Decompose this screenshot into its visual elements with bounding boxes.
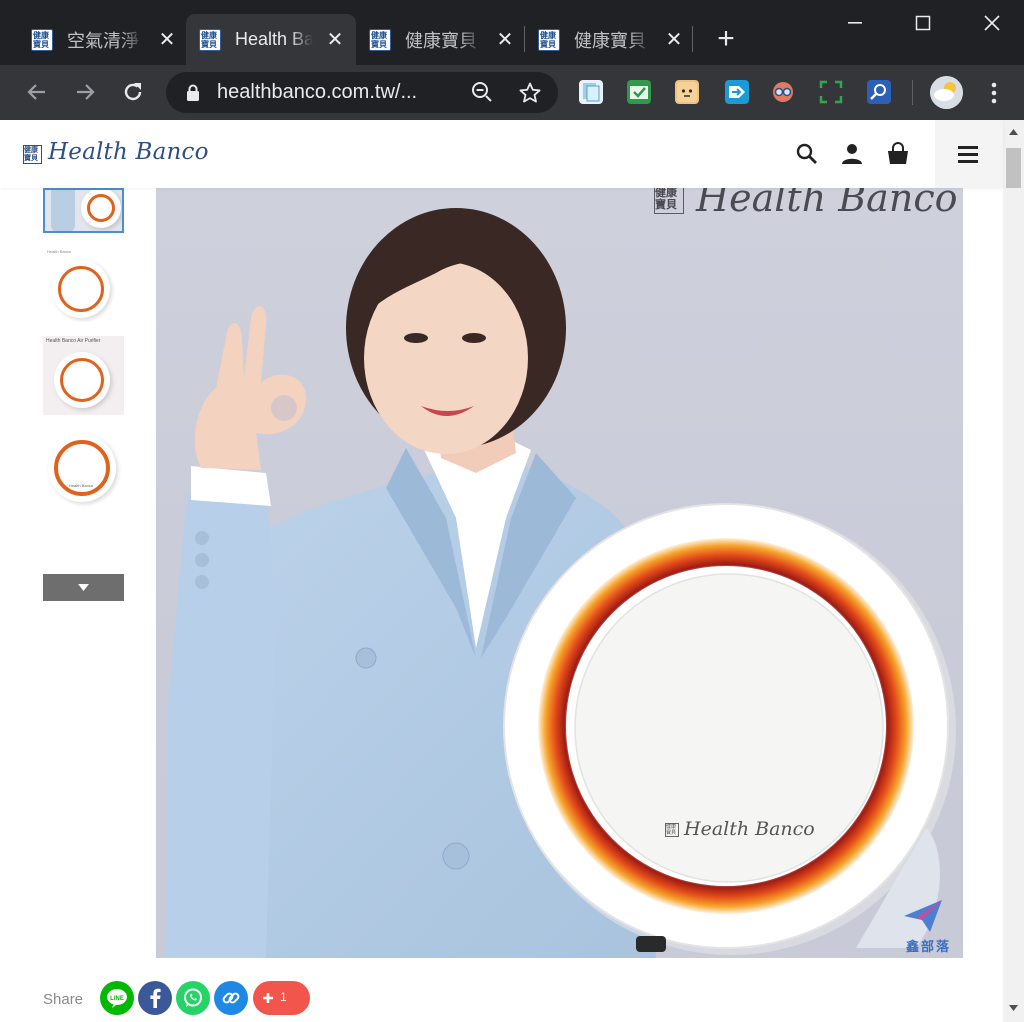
tab-title: 健康寶貝	[405, 30, 477, 51]
page-scrollbar[interactable]	[1003, 120, 1024, 1022]
bookmark-star-icon[interactable]	[518, 81, 542, 105]
menu-button[interactable]	[935, 120, 1003, 188]
extension-glasses-icon[interactable]	[771, 80, 795, 104]
minimize-button[interactable]	[832, 4, 878, 42]
share-count: 1	[280, 990, 287, 1004]
browser-toolbar: healthbanco.com.tw/...	[0, 65, 1024, 120]
extension-send-icon[interactable]	[725, 80, 749, 104]
lock-icon	[187, 84, 199, 101]
share-more-button[interactable]: 1	[253, 981, 310, 1015]
scroll-thumb[interactable]	[1006, 148, 1021, 188]
thumbnail-3[interactable]: Health Banco Air Purifier	[43, 336, 124, 415]
close-icon[interactable]: ✕	[157, 27, 177, 52]
extension-search-icon[interactable]	[867, 80, 891, 104]
plus-icon	[263, 993, 273, 1003]
thumbnail-2[interactable]: Health Banco	[43, 247, 124, 322]
address-bar[interactable]: healthbanco.com.tw/...	[166, 72, 558, 113]
caret-down-icon	[78, 584, 89, 591]
watermark-logo: Health Banco	[696, 188, 958, 220]
close-icon[interactable]: ✕	[325, 27, 345, 52]
menu-bar	[958, 146, 978, 149]
forward-button[interactable]	[68, 75, 102, 109]
person-image	[51, 190, 75, 231]
thumbnail-1[interactable]	[43, 188, 124, 233]
favicon-icon: 健康寶貝	[199, 28, 221, 51]
favicon-icon: 健康寶貝	[369, 28, 391, 51]
search-icon[interactable]	[795, 142, 819, 166]
link-icon	[222, 992, 240, 1004]
hero-illustration	[166, 208, 956, 958]
share-whatsapp-button[interactable]	[176, 981, 210, 1015]
share-line-button[interactable]: LINE	[100, 981, 134, 1015]
facebook-icon	[150, 988, 161, 1008]
thumbnails-next-button[interactable]	[43, 574, 124, 601]
purifier-ring	[60, 358, 104, 402]
purifier-ring	[87, 194, 115, 222]
share-facebook-button[interactable]	[138, 981, 172, 1015]
scroll-down-icon[interactable]	[1008, 1004, 1019, 1012]
tab-title: 健康寶貝	[574, 30, 646, 51]
menu-bar	[958, 153, 978, 156]
favicon-icon: 健康寶貝	[538, 28, 560, 51]
zoom-icon[interactable]	[471, 81, 493, 103]
whatsapp-icon	[184, 988, 202, 1007]
tab-title: Health Banco	[235, 29, 313, 49]
site-logo[interactable]: Health Banco	[48, 139, 209, 165]
paper-plane-icon	[904, 900, 942, 932]
product-hero-image[interactable]: 健康寶貝 Health Banco 健康寶貝 Health Banco 鑫部落	[156, 188, 963, 958]
device-logo-mark: 健康寶貝	[665, 823, 679, 837]
close-window-button[interactable]	[969, 4, 1015, 42]
menu-bar	[958, 160, 978, 163]
thumbnail-label: Health Banco Air Purifier	[46, 338, 101, 344]
back-button[interactable]	[20, 75, 54, 109]
thumbnail-4[interactable]: Health Banco	[43, 432, 124, 508]
site-header: 健康寶貝 Health Banco	[0, 120, 1003, 188]
tab-4[interactable]: 健康寶貝 健康寶貝 ✕	[525, 14, 693, 65]
extension-mail-check-icon[interactable]	[627, 80, 651, 104]
tab-1[interactable]: 健康寶貝 空氣清淨 ✕	[18, 14, 186, 65]
web-page: 健康寶貝 Health Banco Health Banco Health Ba…	[0, 120, 1024, 1022]
close-icon[interactable]: ✕	[664, 27, 684, 52]
logo-mark[interactable]: 健康寶貝	[23, 145, 42, 164]
extension-screenshot-icon[interactable]	[819, 80, 843, 104]
extension-notes-icon[interactable]	[579, 80, 603, 104]
profile-avatar[interactable]	[930, 76, 963, 109]
browser-menu-button[interactable]	[982, 77, 1006, 109]
account-icon[interactable]	[840, 142, 864, 166]
url-text: healthbanco.com.tw/...	[217, 81, 418, 103]
corner-badge: 鑫部落	[906, 939, 952, 954]
cart-icon[interactable]	[886, 142, 910, 166]
browser-tab-strip: 健康寶貝 空氣清淨 ✕ 健康寶貝 Health Banco ✕ 健康寶貝 健康寶…	[0, 0, 1024, 65]
tab-3[interactable]: 健康寶貝 健康寶貝 ✕	[356, 14, 524, 65]
favicon-icon: 健康寶貝	[31, 28, 53, 51]
thumbnail-label: Health Banco	[47, 249, 72, 254]
toolbar-separator	[912, 80, 913, 105]
close-icon[interactable]: ✕	[495, 27, 515, 52]
scroll-up-icon[interactable]	[1008, 128, 1019, 136]
new-tab-button[interactable]: +	[712, 22, 740, 56]
tab-2-active[interactable]: 健康寶貝 Health Banco ✕	[186, 14, 356, 65]
svg-text:LINE: LINE	[110, 996, 124, 1002]
purifier-ring	[58, 266, 104, 312]
purifier-image	[503, 503, 956, 955]
extension-face-icon[interactable]	[675, 80, 699, 104]
share-label: Share	[43, 991, 84, 1008]
tab-title: 空氣清淨	[67, 30, 139, 51]
maximize-button[interactable]	[900, 4, 946, 42]
device-logo: Health Banco	[684, 818, 815, 840]
watermark-mark: 健康寶貝	[654, 188, 684, 214]
tab-separator	[692, 26, 693, 52]
line-icon: LINE	[107, 989, 127, 1008]
thumbnail-label: Health Banco	[69, 483, 94, 488]
reload-button[interactable]	[116, 75, 150, 109]
share-copy-link-button[interactable]	[214, 981, 248, 1015]
